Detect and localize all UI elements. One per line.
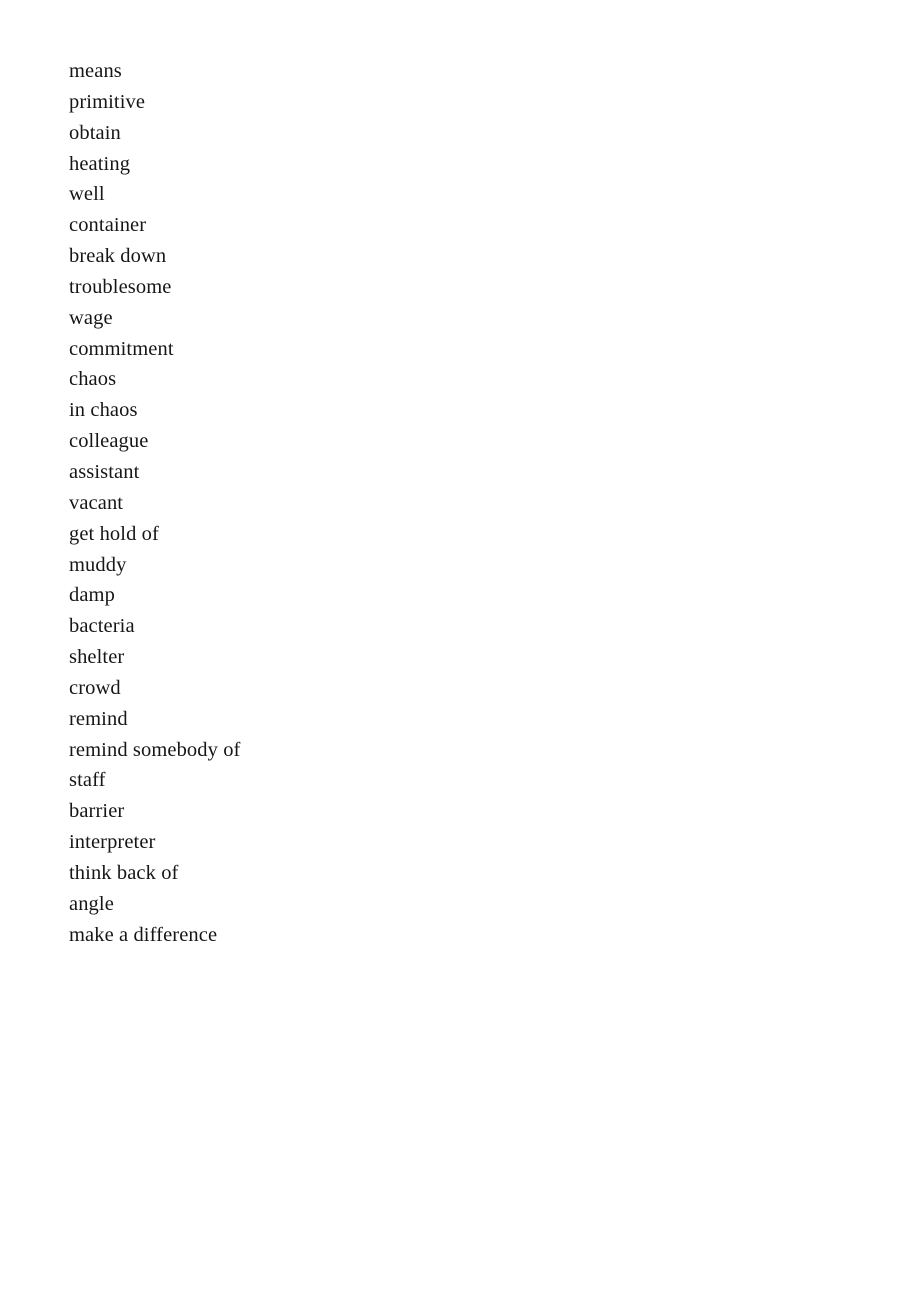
vocabulary-entry: commitment [69, 337, 174, 360]
vocabulary-entry: damp [69, 584, 115, 607]
vocabulary-entry: in chaos [69, 399, 138, 422]
vocabulary-entry: primitive [69, 90, 146, 113]
vocabulary-entry: staff [69, 769, 106, 792]
vocabulary-entry: get hold of [69, 522, 159, 545]
vocabulary-entry: obtain [69, 121, 121, 144]
vocabulary-entry: well [69, 183, 105, 206]
vocabulary-entry: assistant [69, 460, 140, 483]
document-page: means primitive obtain heating well container… [0, 0, 920, 1302]
vocabulary-entry: remind [69, 707, 128, 730]
vocabulary-entry: means [69, 60, 122, 82]
vocabulary-entry: wage [69, 306, 113, 329]
vocabulary-entry: colleague [69, 430, 149, 453]
vocabulary-entry: bacteria [69, 615, 135, 638]
vocabulary-entry: interpreter [69, 831, 156, 854]
vocabulary-entry: shelter [69, 646, 125, 669]
vocabulary-entry: chaos [69, 368, 117, 391]
vocabulary-entry: crowd [69, 676, 121, 699]
vocabulary-entry: remind somebody of [69, 738, 241, 761]
vocabulary-entry: barrier [69, 800, 125, 823]
vocabulary-entry: break down [69, 245, 167, 268]
vocabulary-entry: vacant [69, 491, 124, 514]
vocabulary-entry: troublesome [69, 275, 172, 298]
vocabulary-entry: container [69, 214, 147, 237]
vocabulary-word-list: means primitive obtain heating well container… [69, 56, 829, 950]
vocabulary-entry: angle [69, 892, 114, 915]
vocabulary-entry: heating [69, 152, 131, 175]
vocabulary-entry: think back of [69, 861, 179, 884]
vocabulary-entry: make a difference [69, 923, 218, 946]
vocabulary-entry: muddy [69, 553, 127, 576]
